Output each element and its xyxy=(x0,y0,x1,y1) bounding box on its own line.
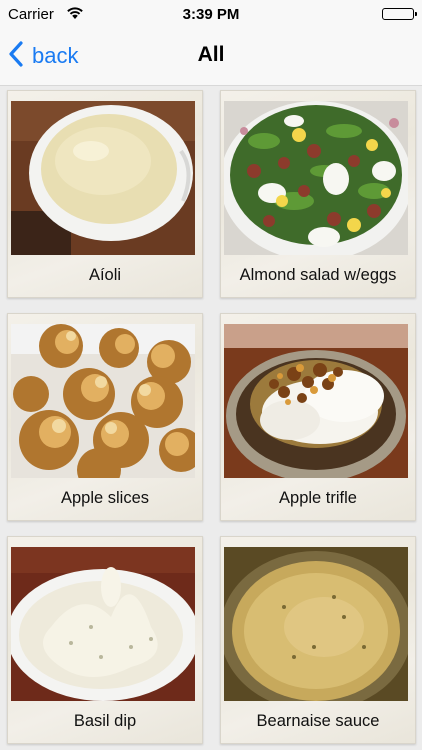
recipe-tile-apple-trifle[interactable]: Apple trifle xyxy=(220,313,416,521)
recipe-photo-almond-salad xyxy=(224,101,408,255)
recipe-photo-apple-trifle xyxy=(224,324,408,478)
recipe-photo-aioli xyxy=(11,101,195,255)
recipe-name: Aíoli xyxy=(88,266,122,284)
recipe-grid: Aíoli Almond salad w/eggs Apple slices A… xyxy=(0,86,422,750)
battery-icon xyxy=(382,8,417,20)
page-title: All xyxy=(197,43,225,66)
clock: 3:39 PM xyxy=(182,6,240,23)
recipe-tile-apple-slices[interactable]: Apple slices xyxy=(7,313,203,521)
recipe-name: Almond salad w/eggs xyxy=(239,266,397,284)
recipe-photo-basil-dip xyxy=(11,547,195,701)
navigation-bar: back All xyxy=(0,28,422,86)
recipe-photo-bearnaise-sauce xyxy=(224,547,408,701)
recipe-tile-almond-salad[interactable]: Almond salad w/eggs xyxy=(220,90,416,298)
status-bar: Carrier 3:39 PM xyxy=(0,0,422,28)
recipe-name: Apple trifle xyxy=(279,489,357,507)
recipe-name: Basil dip xyxy=(73,712,137,730)
recipe-name: Bearnaise sauce xyxy=(256,712,380,730)
recipe-tile-basil-dip[interactable]: Basil dip xyxy=(7,536,203,744)
recipe-name: Apple slices xyxy=(60,489,150,507)
recipe-tile-bearnaise-sauce[interactable]: Bearnaise sauce xyxy=(220,536,416,744)
recipe-photo-apple-slices xyxy=(11,324,195,478)
recipe-tile-aioli[interactable]: Aíoli xyxy=(7,90,203,298)
